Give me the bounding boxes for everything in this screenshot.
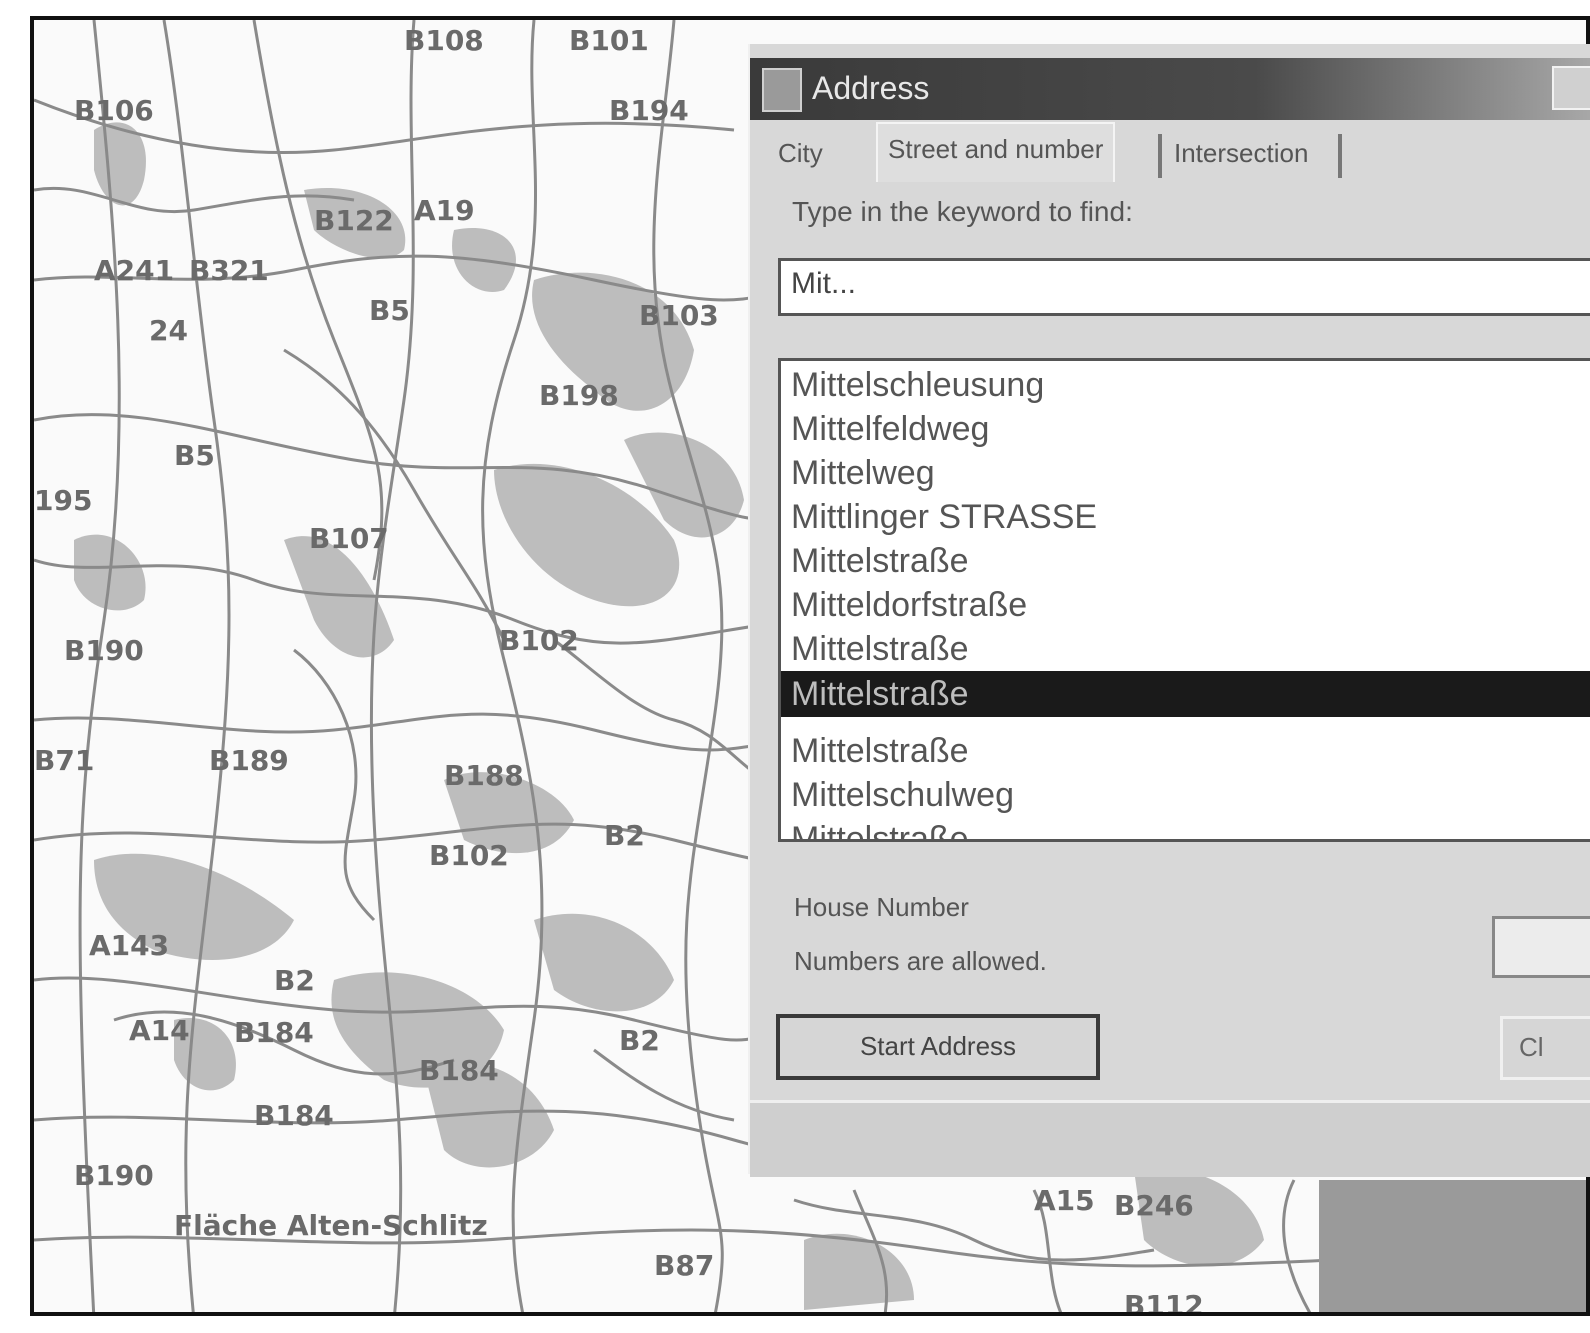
map-road-label: B321 (189, 254, 269, 287)
list-item[interactable]: Mittelstraße (791, 729, 969, 773)
list-item[interactable]: Mittelstraße (791, 817, 969, 839)
map-road-label: B5 (369, 294, 410, 327)
house-number-input[interactable] (1492, 916, 1590, 978)
map-road-label: A143 (89, 929, 169, 962)
map-road-label: B87 (654, 1249, 714, 1282)
tab-intersection[interactable]: Intersection (1164, 128, 1318, 178)
map-road-label: B108 (404, 24, 484, 57)
map-road-label: A19 (414, 194, 475, 227)
close-dialog-button[interactable]: Cl (1500, 1016, 1590, 1080)
tab-city[interactable]: City (768, 128, 833, 178)
list-item[interactable]: Mittelstraße (791, 539, 969, 583)
map-road-label: B2 (604, 819, 645, 852)
list-item[interactable]: Mittelschleusung (791, 363, 1044, 407)
map-road-label: B188 (444, 759, 524, 792)
list-item[interactable]: Mittelstraße (791, 672, 969, 716)
close-button[interactable] (1552, 66, 1590, 110)
map-road-label: B190 (64, 634, 144, 667)
dialog-title: Address (812, 70, 930, 106)
map-road-label: B184 (419, 1054, 499, 1087)
tab-street-and-number[interactable]: Street and number (876, 122, 1116, 182)
house-number-label: House Number (794, 892, 969, 922)
tab-separator (1338, 134, 1342, 178)
map-road-label: B184 (234, 1016, 314, 1049)
map-road-label: B71 (34, 744, 94, 777)
map-road-label: B2 (619, 1024, 660, 1057)
keyword-input[interactable]: Mit... (778, 258, 1590, 316)
address-dialog: Address City Street and number Intersect… (748, 44, 1590, 1177)
map-road-label: B194 (609, 94, 689, 127)
map-road-label: B2 (274, 964, 315, 997)
list-item[interactable]: Mittlinger STRASSE (791, 495, 1097, 539)
list-item-selected[interactable]: Mittelstraße (781, 671, 1590, 717)
map-road-label: A15 (1034, 1184, 1095, 1217)
map-road-label: 24 (149, 314, 188, 347)
search-prompt: Type in the keyword to find: (792, 196, 1133, 227)
tab-bar: City Street and number Intersection (768, 122, 1588, 182)
offmap-area (1319, 1180, 1586, 1312)
house-number-hint: Numbers are allowed. (794, 946, 1047, 976)
map-road-label: B5 (174, 439, 215, 472)
status-bar (750, 1100, 1590, 1177)
map-road-label: Fläche Alten-Schlitz (174, 1209, 488, 1242)
app-icon (762, 68, 802, 112)
map-road-label: B189 (209, 744, 289, 777)
list-item[interactable]: Mitteldorfstraße (791, 583, 1027, 627)
map-road-label: B103 (639, 299, 719, 332)
map-road-label: A14 (129, 1014, 190, 1047)
map-road-label: B198 (539, 379, 619, 412)
map-road-label: A241 (94, 254, 174, 287)
street-listbox[interactable]: Mittelschleusung Mittelfeldweg Mittelweg Mi… (778, 358, 1590, 842)
map-road-label: B102 (429, 839, 509, 872)
tab-separator (1158, 134, 1162, 178)
start-address-button[interactable]: Start Address (776, 1014, 1100, 1080)
list-item[interactable]: Mittelfeldweg (791, 407, 989, 451)
map-road-label: B122 (314, 204, 394, 237)
map-road-label: B190 (74, 1159, 154, 1192)
map-road-label: B101 (569, 24, 649, 57)
map-road-label: B112 (1124, 1289, 1204, 1316)
list-item[interactable]: Mittelstraße (791, 627, 969, 671)
list-item[interactable]: Mittelweg (791, 451, 935, 495)
map-road-label: B107 (309, 522, 389, 555)
list-item[interactable]: Mittelschulweg (791, 773, 1014, 817)
map-road-label: B184 (254, 1099, 334, 1132)
map-road-label: B102 (499, 624, 579, 657)
map-road-label: B106 (74, 94, 154, 127)
dialog-titlebar[interactable]: Address (750, 58, 1590, 120)
map-road-label: 195 (34, 484, 92, 517)
map-road-label: B246 (1114, 1189, 1194, 1222)
